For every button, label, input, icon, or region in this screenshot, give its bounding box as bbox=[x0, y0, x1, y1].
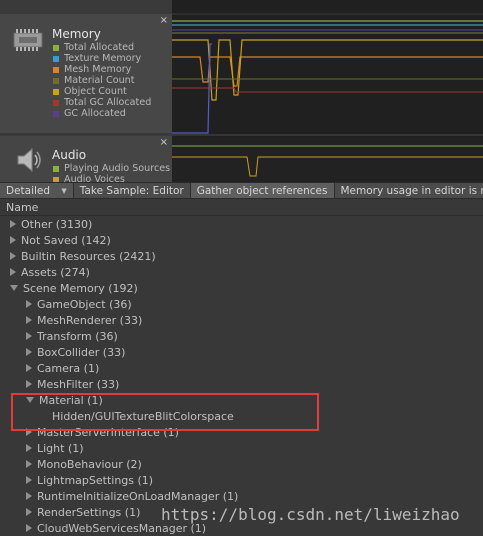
tree-row[interactable]: Light (1) bbox=[0, 441, 483, 457]
tree-row-label: Scene Memory (192) bbox=[23, 282, 138, 295]
module-list: × Memory Total Allocated Texture Memory Me… bbox=[0, 0, 172, 182]
tree-row[interactable]: Transform (36) bbox=[0, 329, 483, 345]
tree-row-label: Transform (36) bbox=[37, 330, 118, 343]
legend-label: Total Allocated bbox=[64, 42, 135, 53]
collapsed-arrow-icon[interactable] bbox=[26, 492, 32, 500]
audio-legend: Playing Audio Sources Audio Voices bbox=[53, 163, 170, 182]
view-mode-label: Detailed bbox=[6, 184, 51, 197]
legend-label: Audio Voices bbox=[64, 174, 125, 182]
tree-row-label: Camera (1) bbox=[37, 362, 100, 375]
legend-swatch bbox=[53, 165, 59, 172]
collapsed-arrow-icon[interactable] bbox=[26, 508, 32, 516]
collapsed-arrow-icon[interactable] bbox=[26, 348, 32, 356]
collapsed-arrow-icon[interactable] bbox=[10, 220, 16, 228]
tree-row-label: MonoBehaviour (2) bbox=[37, 458, 142, 471]
tree-row-label: Not Saved (142) bbox=[21, 234, 111, 247]
profiler-graph[interactable] bbox=[172, 0, 483, 182]
legend-label: Texture Memory bbox=[64, 53, 142, 64]
memory-chip-icon bbox=[13, 29, 43, 51]
memory-module-title: Memory bbox=[52, 27, 101, 41]
collapsed-arrow-icon[interactable] bbox=[26, 300, 32, 308]
legend-label: Playing Audio Sources bbox=[64, 163, 171, 174]
legend-swatch bbox=[53, 88, 59, 95]
tree-row-label: Assets (274) bbox=[21, 266, 90, 279]
legend-item[interactable]: Texture Memory bbox=[53, 53, 151, 64]
legend-item[interactable]: Object Count bbox=[53, 86, 151, 97]
audio-close-icon[interactable]: × bbox=[160, 137, 168, 148]
legend-swatch bbox=[53, 99, 59, 106]
expanded-arrow-icon[interactable] bbox=[10, 285, 18, 291]
tree-row[interactable]: RuntimeInitializeOnLoadManager (1) bbox=[0, 489, 483, 505]
tree-row[interactable]: LightmapSettings (1) bbox=[0, 473, 483, 489]
tree-row[interactable]: BoxCollider (33) bbox=[0, 345, 483, 361]
tree-row-label: Other (3130) bbox=[21, 218, 93, 231]
memory-graph-lines bbox=[172, 0, 483, 182]
collapsed-arrow-icon[interactable] bbox=[26, 316, 32, 324]
tree-row[interactable]: Assets (274) bbox=[0, 265, 483, 281]
speaker-icon bbox=[17, 147, 41, 173]
collapsed-arrow-icon[interactable] bbox=[26, 476, 32, 484]
memory-tree-view: Name Other (3130) Not Saved (142) Builtin … bbox=[0, 200, 483, 536]
tree-row[interactable]: MonoBehaviour (2) bbox=[0, 457, 483, 473]
legend-item[interactable]: Mesh Memory bbox=[53, 64, 151, 75]
profiler-modules: × Memory Total Allocated Texture Memory Me… bbox=[0, 0, 483, 182]
tree-row[interactable]: GameObject (36) bbox=[0, 297, 483, 313]
collapsed-arrow-icon[interactable] bbox=[26, 332, 32, 340]
watermark: https://blog.csdn.net/liweizhao bbox=[161, 505, 460, 524]
tree-row-label: Light (1) bbox=[37, 442, 84, 455]
tree-row[interactable]: Not Saved (142) bbox=[0, 233, 483, 249]
tree-row[interactable]: Other (3130) bbox=[0, 217, 483, 233]
collapsed-arrow-icon[interactable] bbox=[10, 252, 16, 260]
column-header-name[interactable]: Name bbox=[0, 200, 483, 216]
audio-module-title: Audio bbox=[52, 148, 87, 162]
legend-item[interactable]: GC Allocated bbox=[53, 108, 151, 119]
tree-row-label: LightmapSettings (1) bbox=[37, 474, 154, 487]
tree-row[interactable]: Camera (1) bbox=[0, 361, 483, 377]
highlight-box bbox=[11, 393, 319, 431]
collapsed-arrow-icon[interactable] bbox=[26, 444, 32, 452]
tree-row-label: RenderSettings (1) bbox=[37, 506, 141, 519]
collapsed-arrow-icon[interactable] bbox=[10, 236, 16, 244]
tree-row-label: BoxCollider (33) bbox=[37, 346, 126, 359]
legend-label: Mesh Memory bbox=[64, 64, 132, 75]
audio-module[interactable]: × Audio Playing Audio Sources Audio Voice… bbox=[0, 136, 172, 182]
legend-label: Object Count bbox=[64, 86, 127, 97]
legend-item[interactable]: Total GC Allocated bbox=[53, 97, 151, 108]
legend-label: Total GC Allocated bbox=[64, 97, 152, 108]
collapsed-arrow-icon[interactable] bbox=[26, 364, 32, 372]
legend-swatch bbox=[53, 44, 59, 51]
tree-row[interactable]: Scene Memory (192) bbox=[0, 281, 483, 297]
legend-item[interactable]: Total Allocated bbox=[53, 42, 151, 53]
view-mode-dropdown[interactable]: Detailed ▼ bbox=[0, 183, 74, 198]
legend-swatch bbox=[53, 66, 59, 73]
collapsed-arrow-icon[interactable] bbox=[26, 380, 32, 388]
tree-row-label: RuntimeInitializeOnLoadManager (1) bbox=[37, 490, 239, 503]
collapsed-arrow-icon[interactable] bbox=[10, 268, 16, 276]
tree-row[interactable]: MeshRenderer (33) bbox=[0, 313, 483, 329]
legend-item[interactable]: Material Count bbox=[53, 75, 151, 86]
tree-row-label: GameObject (36) bbox=[37, 298, 132, 311]
take-sample-button[interactable]: Take Sample: Editor bbox=[74, 183, 191, 198]
legend-label: GC Allocated bbox=[64, 108, 126, 119]
tree-row-label: MeshRenderer (33) bbox=[37, 314, 143, 327]
legend-swatch bbox=[53, 77, 59, 84]
legend-item[interactable]: Playing Audio Sources bbox=[53, 163, 170, 174]
tree-row-label: Builtin Resources (2421) bbox=[21, 250, 156, 263]
tree-row-label: MeshFilter (33) bbox=[37, 378, 120, 391]
legend-swatch bbox=[53, 110, 59, 117]
gather-references-toggle[interactable]: Gather object references bbox=[190, 183, 335, 198]
tree-row[interactable]: MeshFilter (33) bbox=[0, 377, 483, 393]
memory-toolbar: Detailed ▼ Take Sample: Editor Gather ob… bbox=[0, 182, 483, 199]
collapsed-arrow-icon[interactable] bbox=[26, 524, 32, 532]
memory-module[interactable]: × Memory Total Allocated Texture Memory Me… bbox=[0, 14, 172, 133]
legend-label: Material Count bbox=[64, 75, 135, 86]
editor-memory-info: Memory usage in editor is not bbox=[340, 184, 483, 197]
legend-swatch bbox=[53, 55, 59, 62]
collapsed-arrow-icon[interactable] bbox=[26, 460, 32, 468]
dropdown-arrow-icon: ▼ bbox=[61, 186, 67, 195]
memory-legend: Total Allocated Texture Memory Mesh Memory… bbox=[53, 42, 151, 119]
legend-item[interactable]: Audio Voices bbox=[53, 174, 170, 182]
memory-close-icon[interactable]: × bbox=[160, 15, 168, 26]
tree-row[interactable]: Builtin Resources (2421) bbox=[0, 249, 483, 265]
